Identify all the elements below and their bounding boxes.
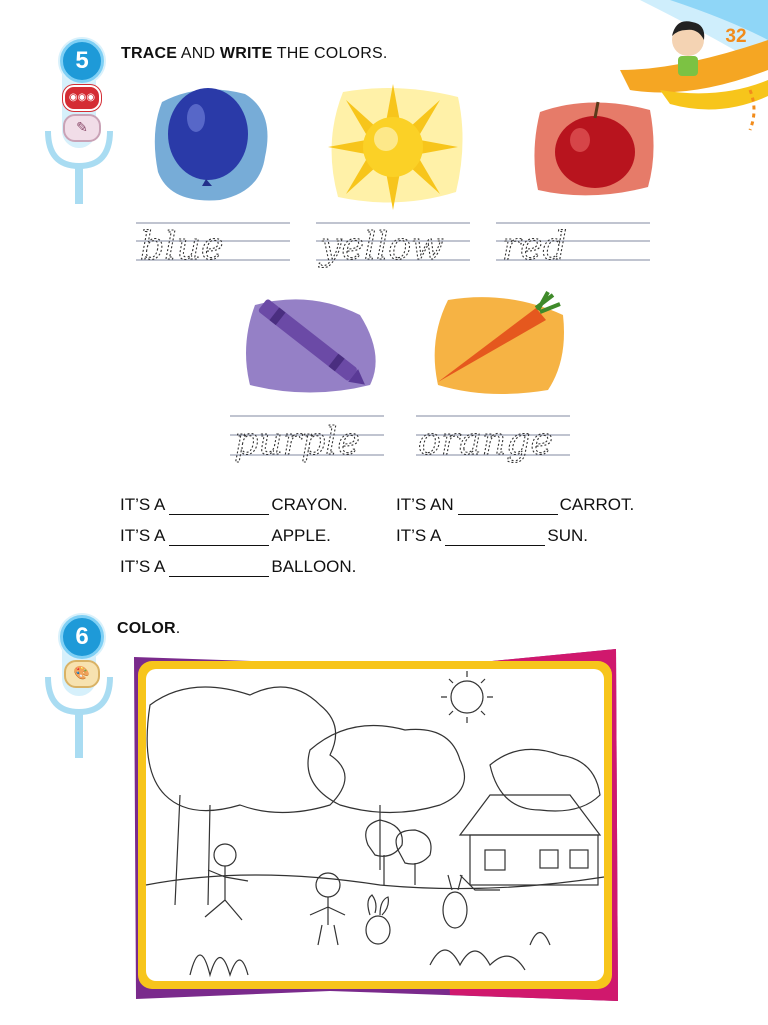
trace-word-purple[interactable]: purple <box>233 418 360 463</box>
carrot-image <box>434 291 564 394</box>
balloon-image <box>154 88 268 201</box>
exercise-6-instruction: COLOR. <box>117 620 181 637</box>
blank-apple[interactable] <box>169 529 270 546</box>
read-icon: ◉◉◉ <box>63 85 101 111</box>
trace-area-row-1: blue yellow red <box>136 222 650 269</box>
sentence-carrot: IT’S AN CARROT. <box>396 495 635 515</box>
blank-crayon[interactable] <box>169 498 270 515</box>
trace-word-blue[interactable]: blue <box>139 223 224 268</box>
palette-icon: 🎨 <box>64 660 100 688</box>
blank-sun[interactable] <box>445 529 546 546</box>
exercise-5-instruction: TRACE AND WRITE THE COLORS. <box>121 45 388 62</box>
pencil-icon: ✎ <box>63 114 101 142</box>
page-number: 32 <box>725 26 747 47</box>
sentence-sun: IT’S A SUN. <box>396 526 588 546</box>
trace-word-yellow[interactable]: yellow <box>317 223 444 268</box>
sentence-apple: IT’S A APPLE. <box>120 526 331 546</box>
crayon-image <box>246 299 376 393</box>
apple-image <box>534 101 654 196</box>
blank-balloon[interactable] <box>169 560 270 577</box>
exercise-5-number: 5 <box>60 39 104 83</box>
trace-area-row-2: purple orange <box>230 415 570 464</box>
sentence-balloon: IT’S A BALLOON. <box>120 557 357 577</box>
exercise-6-number: 6 <box>60 615 104 659</box>
sentence-crayon: IT’S A CRAYON. <box>120 495 348 515</box>
trace-word-red[interactable]: red <box>501 223 567 268</box>
trace-word-orange[interactable]: orange <box>417 418 553 463</box>
coloring-picture-frame[interactable] <box>130 645 620 1005</box>
blank-carrot[interactable] <box>457 498 558 515</box>
sun-image <box>328 84 463 210</box>
